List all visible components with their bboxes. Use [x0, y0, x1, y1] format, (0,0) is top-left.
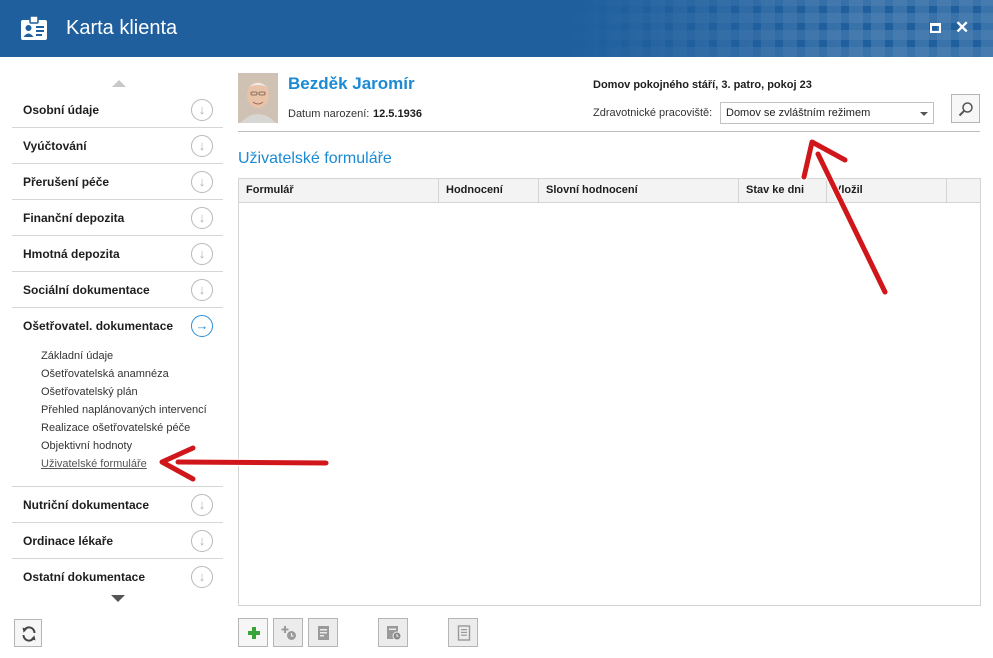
chevron-down-icon — [920, 112, 928, 116]
sidebar-item-label: Finanční depozita — [23, 211, 125, 225]
arrow-down-circle-icon: ↓ — [191, 494, 213, 516]
section-title: Uživatelské formuláře — [238, 150, 392, 167]
add-icon — [248, 627, 260, 639]
title-bar: Karta klienta ✕ — [0, 0, 993, 57]
sidebar-item-nutricni-dokumentace[interactable]: Nutriční dokumentace ↓ — [12, 487, 223, 523]
arrow-down-circle-icon: ↓ — [191, 171, 213, 193]
subitem-prehled-intervenci[interactable]: Přehled naplánovaných intervencí — [41, 403, 207, 421]
sidebar-item-osetrovatel-dokumentace[interactable]: Ošetřovatel. dokumentace → — [12, 308, 223, 344]
id-card-icon — [21, 15, 47, 40]
facility-info: Domov pokojného stáří, 3. patro, pokoj 2… — [593, 79, 812, 91]
sidebar-item-label: Sociální dokumentace — [23, 283, 150, 297]
maximize-button[interactable] — [930, 21, 944, 35]
edit-document-button[interactable] — [308, 618, 338, 647]
add-scheduled-button[interactable] — [273, 618, 303, 647]
ward-select-value: Domov se zvláštním režimem — [726, 107, 871, 119]
add-scheduled-icon — [281, 626, 296, 640]
sidebar-item-financni-depozita[interactable]: Finanční depozita ↓ — [12, 200, 223, 236]
sidebar-item-label: Hmotná depozita — [23, 247, 120, 261]
subitem-osetrovatelska-anamneza[interactable]: Ošetřovatelská anamnéza — [41, 367, 207, 385]
sidebar-item-ordinace-lekare[interactable]: Ordinace lékaře ↓ — [12, 523, 223, 559]
arrow-down-circle-icon: ↓ — [191, 207, 213, 229]
column-header-vlozil[interactable]: Vložil — [827, 179, 947, 203]
sidebar-subitems: Základní údaje Ošetřovatelská anamnéza O… — [41, 349, 207, 475]
sidebar-item-osobni-udaje[interactable]: Osobní údaje ↓ — [12, 92, 223, 128]
sidebar-item-label: Ostatní dokumentace — [23, 570, 146, 584]
maximize-icon — [930, 23, 941, 33]
sidebar-item-label: Ošetřovatel. dokumentace — [23, 319, 174, 333]
arrow-right-circle-icon: → — [191, 315, 213, 337]
add-button[interactable] — [238, 618, 268, 647]
column-header-formular[interactable]: Formulář — [239, 179, 439, 203]
arrow-down-circle-icon: ↓ — [191, 135, 213, 157]
sidebar-item-hmotna-depozita[interactable]: Hmotná depozita ↓ — [12, 236, 223, 272]
search-button[interactable] — [951, 94, 980, 123]
ward-select[interactable]: Domov se zvláštním režimem — [720, 102, 934, 124]
arrow-down-circle-icon: ↓ — [191, 99, 213, 121]
column-header-hodnoceni[interactable]: Hodnocení — [439, 179, 539, 203]
subitem-osetrovatelsky-plan[interactable]: Ošetřovatelský plán — [41, 385, 207, 403]
sidebar-item-label: Osobní údaje — [23, 103, 100, 117]
sidebar-scroll-up-icon[interactable] — [112, 80, 126, 87]
ward-label: Zdravotnické pracoviště: — [593, 107, 713, 119]
subitem-objektivni-hodnoty[interactable]: Objektivní hodnoty — [41, 439, 207, 457]
column-header-extra — [947, 179, 980, 203]
dob-label: Datum narození: — [288, 108, 370, 120]
sidebar-scroll-down-icon[interactable] — [111, 595, 125, 602]
document-icon — [457, 625, 471, 641]
edit-document-icon — [318, 626, 329, 640]
arrow-down-circle-icon: ↓ — [191, 279, 213, 301]
table-header: Formulář Hodnocení Slovní hodnocení Stav… — [239, 179, 980, 203]
document-history-icon — [387, 626, 402, 641]
search-icon — [958, 102, 973, 117]
forms-table: Formulář Hodnocení Slovní hodnocení Stav… — [238, 178, 981, 606]
sidebar-item-label: Nutriční dokumentace — [23, 498, 150, 512]
sidebar-item-vyuctovani[interactable]: Vyúčtování ↓ — [12, 128, 223, 164]
window-title: Karta klienta — [66, 17, 178, 39]
document-history-button[interactable] — [378, 618, 408, 647]
refresh-button[interactable] — [14, 619, 42, 647]
arrow-down-circle-icon: ↓ — [191, 243, 213, 265]
sidebar-item-preruseni-pece[interactable]: Přerušení péče ↓ — [12, 164, 223, 200]
dob-value: 12.5.1936 — [373, 108, 422, 120]
arrow-down-circle-icon: ↓ — [191, 566, 213, 588]
client-photo — [238, 73, 278, 123]
sidebar-item-label: Vyúčtování — [23, 139, 87, 153]
header-divider — [238, 131, 980, 132]
document-button[interactable] — [448, 618, 478, 647]
sidebar-item-label: Přerušení péče — [23, 175, 110, 189]
title-bar-pattern — [563, 0, 993, 57]
sidebar-item-socialni-dokumentace[interactable]: Sociální dokumentace ↓ — [12, 272, 223, 308]
close-icon: ✕ — [955, 18, 970, 37]
column-header-stav-ke-dni[interactable]: Stav ke dni — [739, 179, 827, 203]
subitem-zakladni-udaje[interactable]: Základní údaje — [41, 349, 207, 367]
client-name: Bezděk Jaromír — [288, 74, 415, 93]
sidebar-item-label: Ordinace lékaře — [23, 534, 114, 548]
subitem-uzivatelske-formulare[interactable]: Uživatelské formuláře — [41, 457, 207, 475]
subitem-realizace-pece[interactable]: Realizace ošetřovatelské péče — [41, 421, 207, 439]
arrow-down-circle-icon: ↓ — [191, 530, 213, 552]
close-button[interactable]: ✕ — [955, 18, 970, 37]
column-header-slovni-hodnoceni[interactable]: Slovní hodnocení — [539, 179, 739, 203]
refresh-icon — [22, 626, 36, 642]
sidebar-item-ostatni-dokumentace[interactable]: Ostatní dokumentace ↓ — [12, 559, 223, 595]
